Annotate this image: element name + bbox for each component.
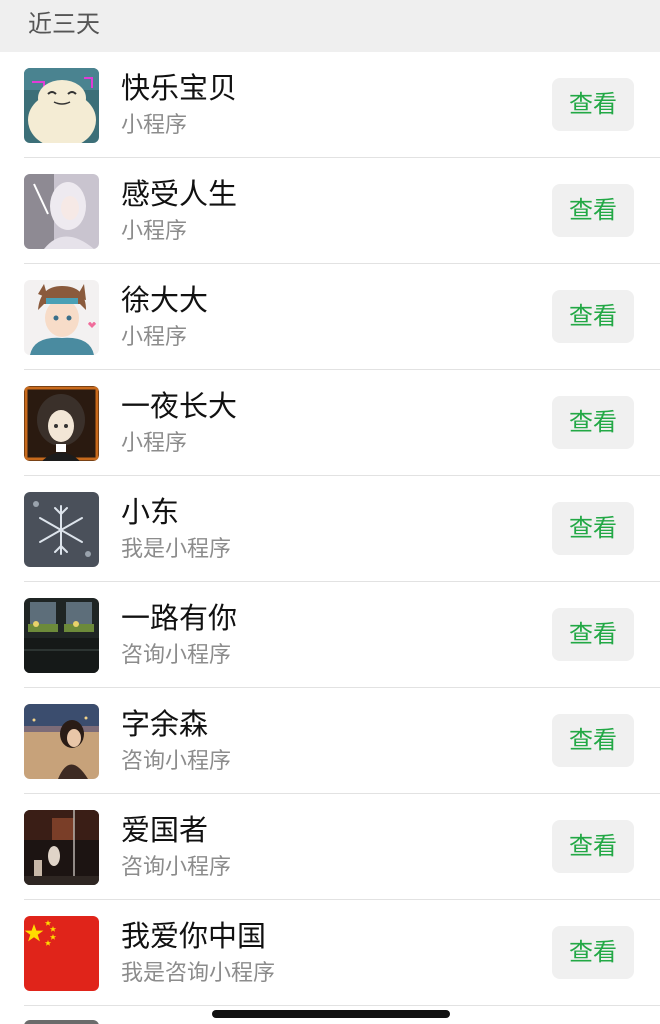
view-button[interactable]: 查看 — [552, 396, 634, 449]
item-subtitle: 咨询小程序 — [121, 749, 232, 774]
window-plants-avatar — [24, 598, 99, 673]
item-subtitle: 我是咨询小程序 — [121, 961, 276, 986]
list-item[interactable]: 徐大大 小程序 查看 — [0, 264, 660, 370]
item-subtitle: 咨询小程序 — [121, 855, 232, 880]
item-title: 爱国者 — [121, 813, 209, 847]
list-item[interactable]: 感受人生 小程序 查看 — [0, 158, 660, 264]
item-subtitle: 我是小程序 — [121, 537, 232, 562]
dark-hair-girl-avatar — [24, 386, 99, 461]
list-item[interactable]: 一夜长大 小程序 查看 — [0, 370, 660, 476]
list-item[interactable]: 小东 我是小程序 查看 — [0, 476, 660, 582]
item-title: 字余森 — [121, 707, 209, 741]
divider — [24, 1005, 660, 1006]
item-title: 一夜长大 — [121, 389, 238, 423]
list-item[interactable]: 快乐宝贝 小程序 查看 — [0, 52, 660, 158]
item-title: 徐大大 — [121, 283, 209, 317]
item-subtitle: 小程序 — [121, 219, 188, 244]
section-header-recent-three-days: 近三天 — [0, 0, 660, 52]
view-button[interactable]: 查看 — [552, 820, 634, 873]
item-title: 小东 — [121, 495, 180, 529]
view-button[interactable]: 查看 — [552, 714, 634, 767]
view-button[interactable]: 查看 — [552, 78, 634, 131]
night-street-avatar — [24, 810, 99, 885]
view-button[interactable]: 查看 — [552, 290, 634, 343]
home-indicator[interactable] — [212, 1010, 450, 1018]
section-title: 近三天 — [28, 10, 100, 38]
item-title: 快乐宝贝 — [121, 71, 238, 105]
item-subtitle: 咨询小程序 — [121, 643, 232, 668]
mini-program-list: 快乐宝贝 小程序 查看 感受人生 小程序 查看 徐大大 小程序 查看 一夜长大 … — [0, 52, 660, 1006]
item-title: 我爱你中国 — [121, 919, 267, 953]
mini-program-history-page: 近三天 快乐宝贝 小程序 查看 感受人生 小程序 查看 徐大大 小程序 查看 一… — [0, 0, 660, 1024]
anime-boy-avatar — [24, 280, 99, 355]
white-hair-avatar — [24, 174, 99, 249]
item-subtitle: 小程序 — [121, 431, 188, 456]
girl-city-avatar — [24, 704, 99, 779]
item-subtitle: 小程序 — [121, 113, 188, 138]
item-title: 一路有你 — [121, 601, 238, 635]
next-item-avatar-peek — [24, 1020, 99, 1024]
item-subtitle: 小程序 — [121, 325, 188, 350]
view-button[interactable]: 查看 — [552, 926, 634, 979]
view-button[interactable]: 查看 — [552, 184, 634, 237]
view-button[interactable]: 查看 — [552, 608, 634, 661]
list-item[interactable]: 字余森 咨询小程序 查看 — [0, 688, 660, 794]
china-flag-avatar — [24, 916, 99, 991]
item-title: 感受人生 — [121, 177, 238, 211]
snorlax-avatar — [24, 68, 99, 143]
snowflake-avatar — [24, 492, 99, 567]
list-item[interactable]: 我爱你中国 我是咨询小程序 查看 — [0, 900, 660, 1006]
list-item[interactable]: 爱国者 咨询小程序 查看 — [0, 794, 660, 900]
list-item[interactable]: 一路有你 咨询小程序 查看 — [0, 582, 660, 688]
view-button[interactable]: 查看 — [552, 502, 634, 555]
